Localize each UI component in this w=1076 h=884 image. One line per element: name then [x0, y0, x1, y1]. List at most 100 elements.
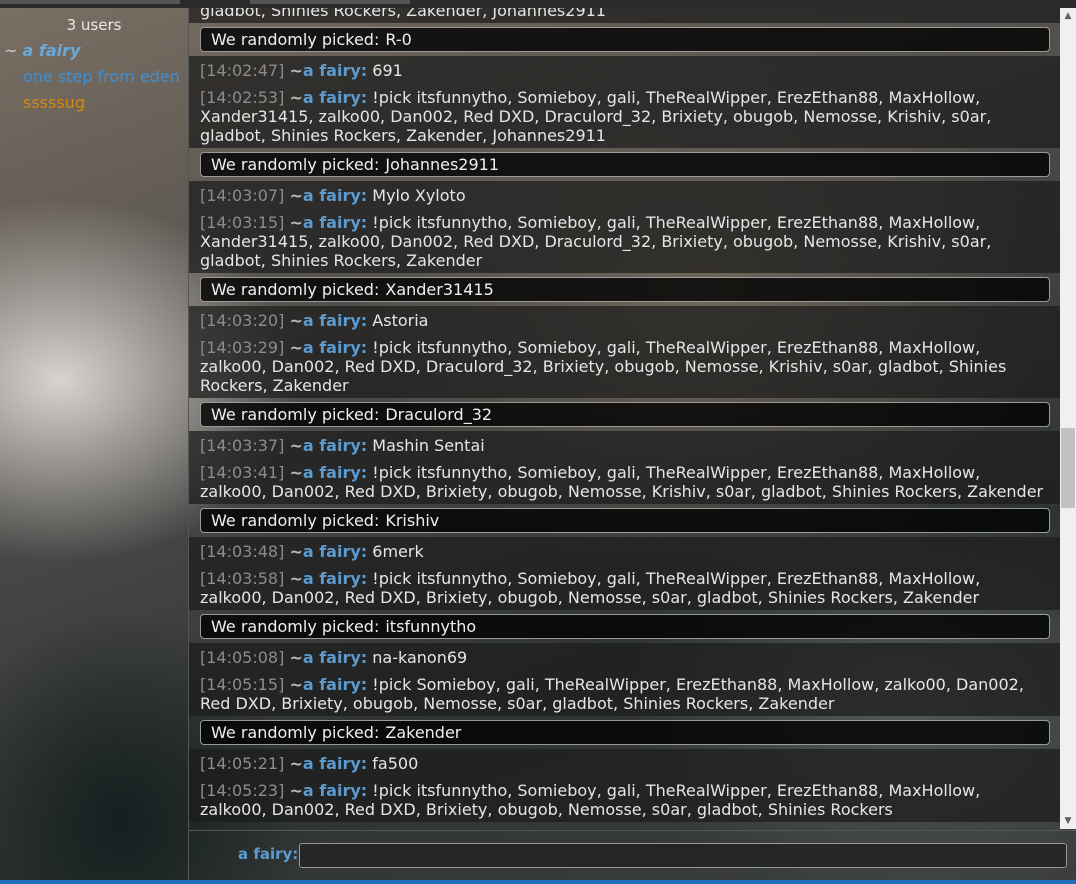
input-username-label: a fairy: — [238, 845, 299, 863]
message-sender[interactable]: a fairy — [303, 781, 361, 800]
pick-label: We randomly picked: — [211, 723, 380, 742]
pick-label: We randomly picked: — [211, 405, 380, 424]
chat-message: [14:03:07] ~a fairy: Mylo Xyloto — [189, 181, 1060, 209]
scroll-thumb[interactable] — [1061, 428, 1075, 509]
message-text: gladbot, Shinies Rockers, Zakender, Joha… — [200, 8, 606, 20]
message-timestamp: [14:03:41] — [200, 463, 285, 482]
sender-rank-symbol: ~ — [289, 675, 303, 694]
message-sender[interactable]: a fairy — [303, 569, 361, 588]
user-item-one-step-from-eden[interactable]: one step from eden — [0, 64, 188, 90]
scroll-up-arrow-icon[interactable]: ▲ — [1060, 8, 1076, 24]
message-sender[interactable]: a fairy — [303, 213, 361, 232]
chat-message: [14:03:15] ~a fairy: !pick itsfunnytho, … — [189, 209, 1060, 273]
pick-label: We randomly picked: — [211, 617, 380, 636]
message-timestamp: [14:02:53] — [200, 88, 285, 107]
pick-label: We randomly picked: — [211, 511, 380, 530]
random-pick-result: We randomly picked: Xander31415 — [200, 277, 1050, 302]
message-sender[interactable]: a fairy — [303, 186, 361, 205]
user-count: 3 users — [66, 16, 122, 34]
message-timestamp: [14:05:21] — [200, 754, 285, 773]
chat-message: [14:05:21] ~a fairy: fa500 — [189, 749, 1060, 777]
random-pick-result: We randomly picked: Draculord_32 — [200, 402, 1050, 427]
message-sender[interactable]: a fairy — [303, 88, 361, 107]
chat-message: [14:02:53] ~a fairy: !pick itsfunnytho, … — [189, 84, 1060, 148]
message-timestamp: [14:05:23] — [200, 781, 285, 800]
message-timestamp: [14:05:08] — [200, 648, 285, 667]
pick-label: We randomly picked: — [211, 30, 380, 49]
random-pick-result: We randomly picked: Krishiv — [200, 508, 1050, 533]
message-timestamp: [14:05:15] — [200, 675, 285, 694]
message-sender[interactable]: a fairy — [303, 675, 361, 694]
sender-rank-symbol: ~ — [289, 436, 303, 455]
user-item-sssssug[interactable]: sssssug — [0, 90, 188, 116]
message-text: 691 — [372, 61, 403, 80]
message-sender[interactable]: a fairy — [303, 311, 361, 330]
message-timestamp: [14:03:20] — [200, 311, 285, 330]
pick-label: We randomly picked: — [211, 280, 380, 299]
user-item-a-fairy[interactable]: ~ a fairy — [0, 38, 188, 64]
random-pick-result: We randomly picked: Zakender — [200, 720, 1050, 745]
pick-value: Xander31415 — [385, 280, 494, 299]
top-bar — [0, 0, 1076, 8]
chat-message: [14:03:20] ~a fairy: Astoria — [189, 306, 1060, 334]
chat-message-input[interactable] — [299, 843, 1067, 868]
message-text: Astoria — [372, 311, 429, 330]
message-text: na-kanon69 — [372, 648, 468, 667]
user-rank-symbol: ~ — [4, 41, 18, 60]
sender-rank-symbol: ~ — [289, 781, 303, 800]
chat-message: [14:03:37] ~a fairy: Mashin Sentai — [189, 431, 1060, 459]
sender-rank-symbol: ~ — [289, 569, 303, 588]
message-timestamp: [14:03:07] — [200, 186, 285, 205]
chat-message: [14:05:23] ~a fairy: !pick itsfunnytho, … — [189, 777, 1060, 822]
message-sender[interactable]: a fairy — [303, 754, 361, 773]
chat-message-partial: gladbot, Shinies Rockers, Zakender, Joha… — [189, 8, 1060, 23]
sender-rank-symbol: ~ — [289, 338, 303, 357]
user-name[interactable]: one step from eden — [4, 67, 180, 86]
sender-rank-symbol: ~ — [289, 463, 303, 482]
user-name[interactable]: a fairy — [23, 41, 81, 60]
message-sender[interactable]: a fairy — [303, 338, 361, 357]
chat-message: [14:03:29] ~a fairy: !pick itsfunnytho, … — [189, 334, 1060, 398]
scroll-down-arrow-icon[interactable]: ▼ — [1060, 813, 1076, 829]
message-sender[interactable]: a fairy — [303, 542, 361, 561]
pick-value: itsfunnytho — [385, 617, 477, 636]
sender-rank-symbol: ~ — [289, 542, 303, 561]
sender-rank-symbol: ~ — [289, 186, 303, 205]
message-timestamp: [14:03:29] — [200, 338, 285, 357]
chat-message: [14:03:48] ~a fairy: 6merk — [189, 537, 1060, 565]
pick-value: Draculord_32 — [385, 405, 493, 424]
chat-scrollbar[interactable]: ▲ ▼ — [1060, 8, 1076, 829]
chat-message: [14:03:41] ~a fairy: !pick itsfunnytho, … — [189, 459, 1060, 504]
chat-log: gladbot, Shinies Rockers, Zakender, Joha… — [189, 8, 1060, 829]
chat-message: [14:03:58] ~a fairy: !pick itsfunnytho, … — [189, 565, 1060, 610]
sender-rank-symbol: ~ — [289, 754, 303, 773]
top-tab-strip-2 — [250, 0, 410, 4]
bottom-accent-bar — [0, 880, 1076, 884]
top-tab-strip — [0, 0, 180, 4]
sender-rank-symbol: ~ — [289, 88, 303, 107]
chat-input-row: a fairy: — [189, 830, 1076, 881]
chat-message: [14:05:15] ~a fairy: !pick Somieboy, gal… — [189, 671, 1060, 716]
user-name[interactable]: sssssug — [4, 93, 85, 112]
message-text: 6merk — [372, 542, 424, 561]
message-sender[interactable]: a fairy — [303, 436, 361, 455]
sender-rank-symbol: ~ — [289, 213, 303, 232]
message-sender[interactable]: a fairy — [303, 463, 361, 482]
pick-value: Johannes2911 — [385, 155, 499, 174]
message-timestamp: [14:03:48] — [200, 542, 285, 561]
message-sender[interactable]: a fairy — [303, 61, 361, 80]
pick-value: R-0 — [385, 30, 412, 49]
chat-message: [14:05:08] ~a fairy: na-kanon69 — [189, 643, 1060, 671]
sender-rank-symbol: ~ — [289, 61, 303, 80]
pick-label: We randomly picked: — [211, 155, 380, 174]
message-text: fa500 — [372, 754, 419, 773]
message-timestamp: [14:03:15] — [200, 213, 285, 232]
message-sender[interactable]: a fairy — [303, 648, 361, 667]
random-pick-result: We randomly picked: R-0 — [200, 27, 1050, 52]
message-text: Mashin Sentai — [372, 436, 485, 455]
pick-value: Zakender — [385, 723, 462, 742]
sender-rank-symbol: ~ — [289, 648, 303, 667]
pick-value: Krishiv — [385, 511, 440, 530]
chat-message: [14:02:47] ~a fairy: 691 — [189, 56, 1060, 84]
user-list: 3 users ~ a fairy one step from eden sss… — [0, 8, 189, 880]
